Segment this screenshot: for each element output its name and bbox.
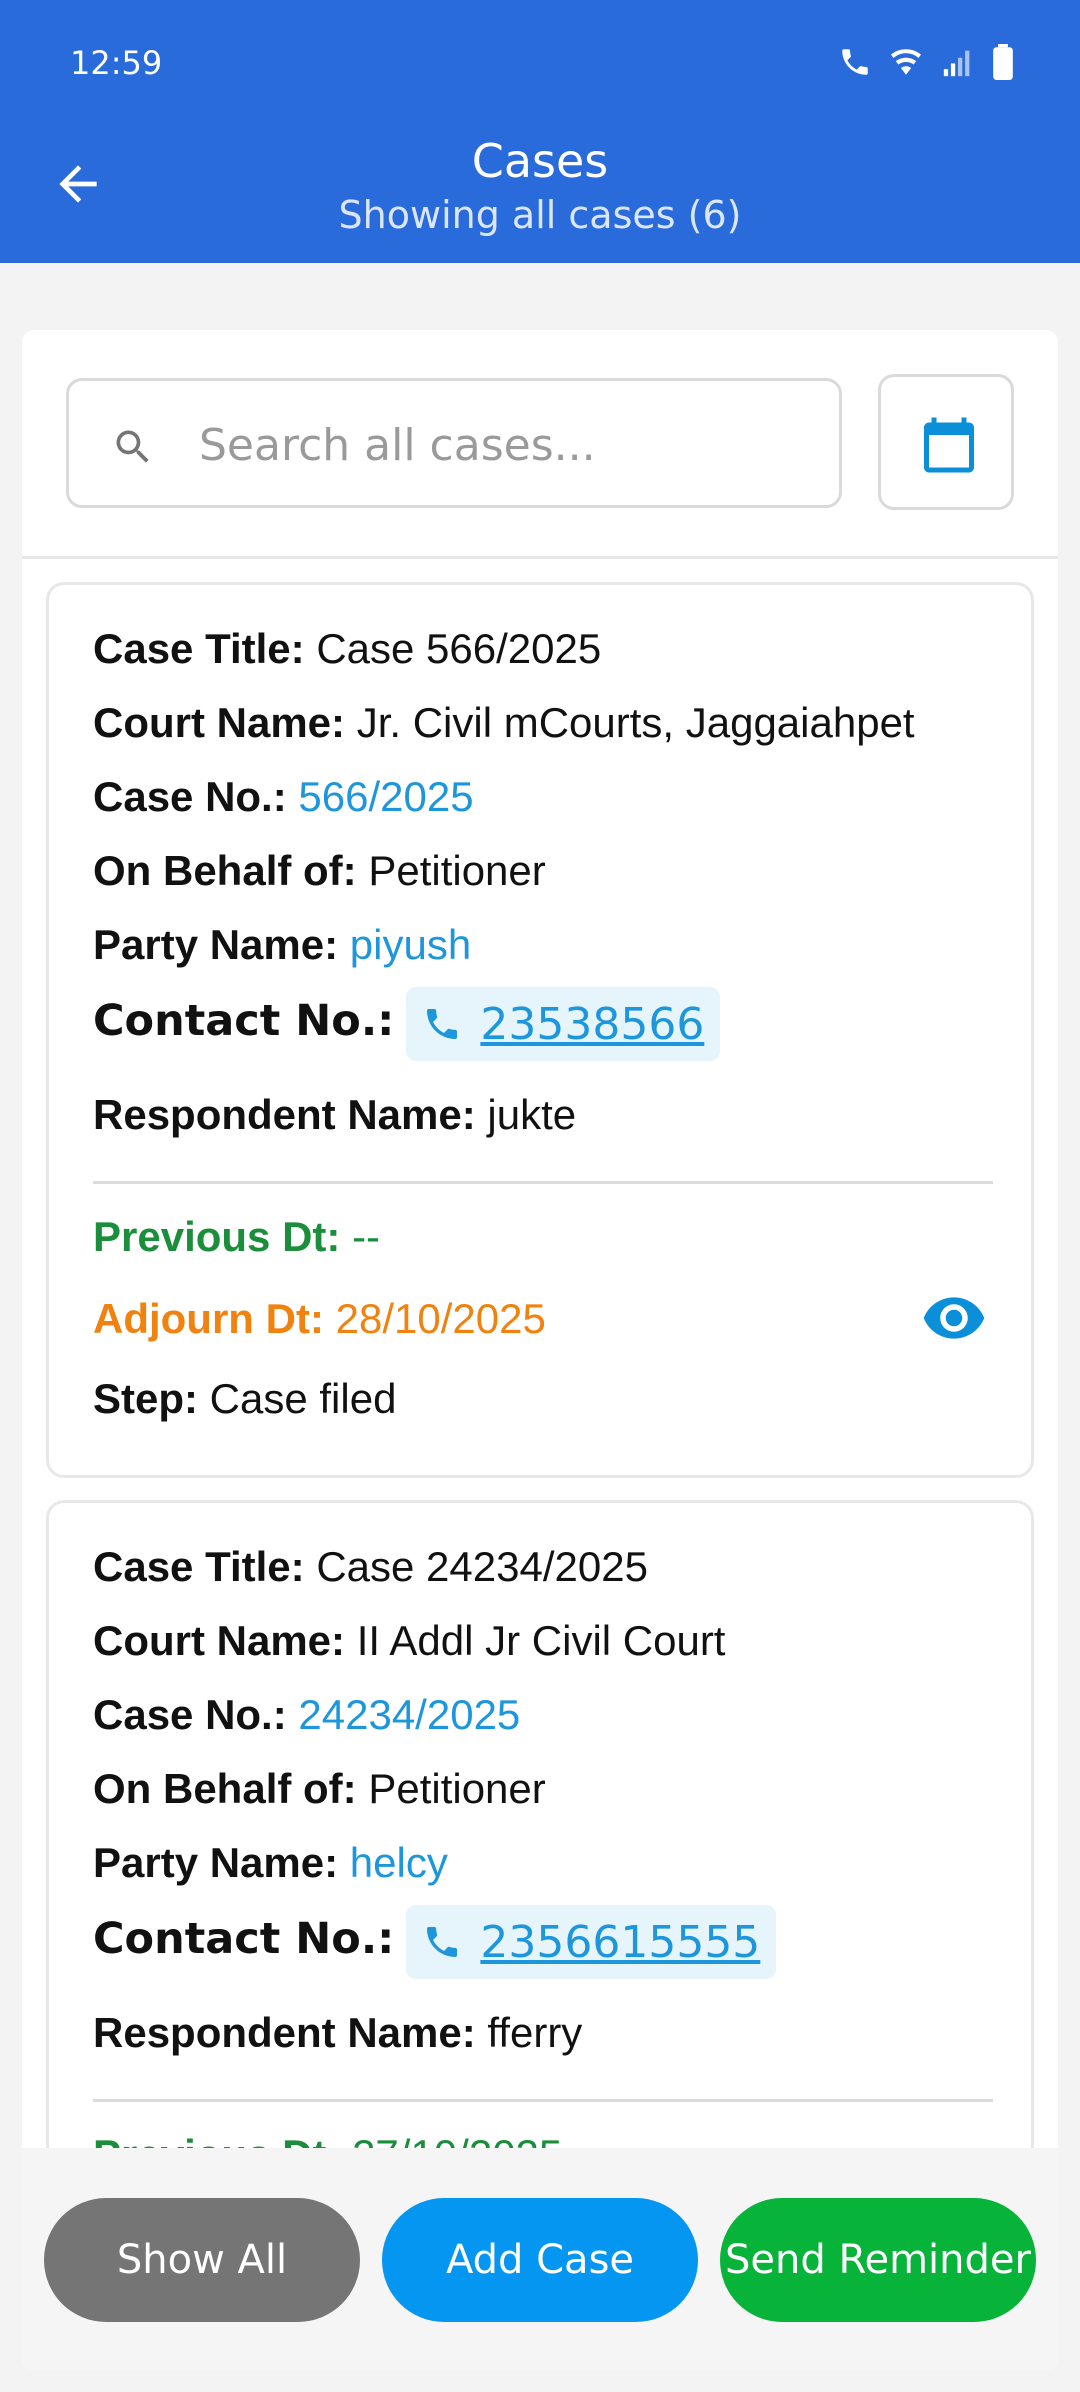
step-value: Case filed bbox=[209, 1375, 397, 1422]
card-divider bbox=[93, 2099, 993, 2102]
case-card[interactable]: Case Title: Case 566/2025 Court Name: Jr… bbox=[46, 582, 1034, 1478]
case-title-value: Case 24234/2025 bbox=[316, 1543, 648, 1590]
contact-label: Contact No.: bbox=[93, 996, 395, 1047]
app-header: 12:59 Cases Showing all cases (6) bbox=[0, 0, 1080, 263]
step-label: Step: bbox=[93, 1375, 198, 1422]
case-title-label: Case Title: bbox=[93, 1543, 305, 1590]
status-icons bbox=[838, 44, 1014, 80]
page-subtitle: Showing all cases (6) bbox=[338, 193, 742, 237]
on-behalf-value: Petitioner bbox=[368, 1765, 546, 1812]
court-name-row: Court Name: II Addl Jr Civil Court bbox=[93, 1617, 725, 1665]
previous-dt-row: Previous Dt: -- bbox=[93, 1213, 380, 1261]
contact-row: Contact No.: 23538566 bbox=[93, 987, 721, 1061]
case-no-value[interactable]: 24234/2025 bbox=[298, 1691, 520, 1738]
party-name-value[interactable]: helcy bbox=[350, 1839, 448, 1886]
signal-icon bbox=[943, 50, 970, 77]
on-behalf-row: On Behalf of: Petitioner bbox=[93, 847, 546, 895]
case-no-label: Case No.: bbox=[93, 773, 287, 820]
previous-dt-label: Previous Dt: bbox=[93, 1213, 341, 1260]
search-icon bbox=[116, 430, 149, 463]
contact-row: Contact No.: 2356615555 bbox=[93, 1905, 777, 1979]
case-title-label: Case Title: bbox=[93, 625, 305, 672]
phone-chip[interactable]: 23538566 bbox=[406, 987, 721, 1061]
bottom-action-bar: Show All Add Case Send Reminder bbox=[22, 2148, 1058, 2370]
case-title-value: Case 566/2025 bbox=[316, 625, 602, 672]
adjourn-dt-label: Adjourn Dt: bbox=[93, 1295, 324, 1342]
status-time: 12:59 bbox=[70, 44, 163, 82]
cases-list[interactable]: Case Title: Case 566/2025 Court Name: Jr… bbox=[22, 570, 1058, 2370]
adjourn-dt-row: Adjourn Dt: 28/10/2025 bbox=[93, 1295, 546, 1343]
phone-number[interactable]: 2356615555 bbox=[480, 1917, 760, 1968]
battery-icon bbox=[993, 44, 1013, 80]
phone-icon bbox=[427, 1927, 458, 1957]
case-no-row: Case No.: 566/2025 bbox=[93, 773, 474, 821]
case-title-row: Case Title: Case 24234/2025 bbox=[93, 1543, 648, 1591]
card-divider bbox=[93, 1181, 993, 1184]
party-name-row: Party Name: helcy bbox=[93, 1839, 448, 1887]
wifi-icon bbox=[890, 49, 922, 75]
on-behalf-label: On Behalf of: bbox=[93, 847, 357, 894]
case-no-label: Case No.: bbox=[93, 1691, 287, 1738]
adjourn-dt-value: 28/10/2025 bbox=[335, 1295, 546, 1342]
case-no-value[interactable]: 566/2025 bbox=[298, 773, 473, 820]
respondent-row: Respondent Name: jukte bbox=[93, 1091, 576, 1139]
party-name-row: Party Name: piyush bbox=[93, 921, 471, 969]
court-name-value: Jr. Civil mCourts, Jaggaiahpet bbox=[356, 699, 915, 746]
phone-icon bbox=[427, 1009, 458, 1039]
calendar-icon bbox=[924, 417, 974, 473]
respondent-value: fferry bbox=[487, 2009, 583, 2056]
show-all-button[interactable]: Show All bbox=[44, 2198, 360, 2322]
respondent-label: Respondent Name: bbox=[93, 2009, 476, 2056]
court-name-label: Court Name: bbox=[93, 699, 346, 746]
cases-panel: Case Title: Case 566/2025 Court Name: Jr… bbox=[22, 330, 1058, 2370]
court-name-value: II Addl Jr Civil Court bbox=[356, 1617, 726, 1664]
party-name-value[interactable]: piyush bbox=[350, 921, 471, 968]
send-reminder-button[interactable]: Send Reminder bbox=[720, 2198, 1036, 2322]
phone-chip[interactable]: 2356615555 bbox=[406, 1905, 777, 1979]
case-no-row: Case No.: 24234/2025 bbox=[93, 1691, 520, 1739]
search-input[interactable] bbox=[199, 417, 799, 473]
page-title: Cases bbox=[471, 134, 609, 188]
case-title-row: Case Title: Case 566/2025 bbox=[93, 625, 601, 673]
wifi-call-icon bbox=[842, 49, 868, 75]
on-behalf-value: Petitioner bbox=[368, 847, 546, 894]
party-name-label: Party Name: bbox=[93, 1839, 339, 1886]
on-behalf-label: On Behalf of: bbox=[93, 1765, 357, 1812]
view-eye-icon[interactable] bbox=[921, 1285, 987, 1351]
phone-number[interactable]: 23538566 bbox=[480, 999, 704, 1050]
divider bbox=[22, 556, 1058, 559]
calendar-button[interactable] bbox=[878, 374, 1014, 510]
add-case-button[interactable]: Add Case bbox=[382, 2198, 698, 2322]
party-name-label: Party Name: bbox=[93, 921, 339, 968]
court-name-row: Court Name: Jr. Civil mCourts, Jaggaiahp… bbox=[93, 699, 915, 747]
on-behalf-row: On Behalf of: Petitioner bbox=[93, 1765, 546, 1813]
respondent-value: jukte bbox=[487, 1091, 577, 1138]
step-row: Step: Case filed bbox=[93, 1375, 396, 1423]
court-name-label: Court Name: bbox=[93, 1617, 346, 1664]
respondent-label: Respondent Name: bbox=[93, 1091, 476, 1138]
search-box[interactable] bbox=[66, 378, 842, 508]
previous-dt-value: -- bbox=[352, 1213, 381, 1260]
contact-label: Contact No.: bbox=[93, 1914, 395, 1965]
respondent-row: Respondent Name: fferry bbox=[93, 2009, 582, 2057]
